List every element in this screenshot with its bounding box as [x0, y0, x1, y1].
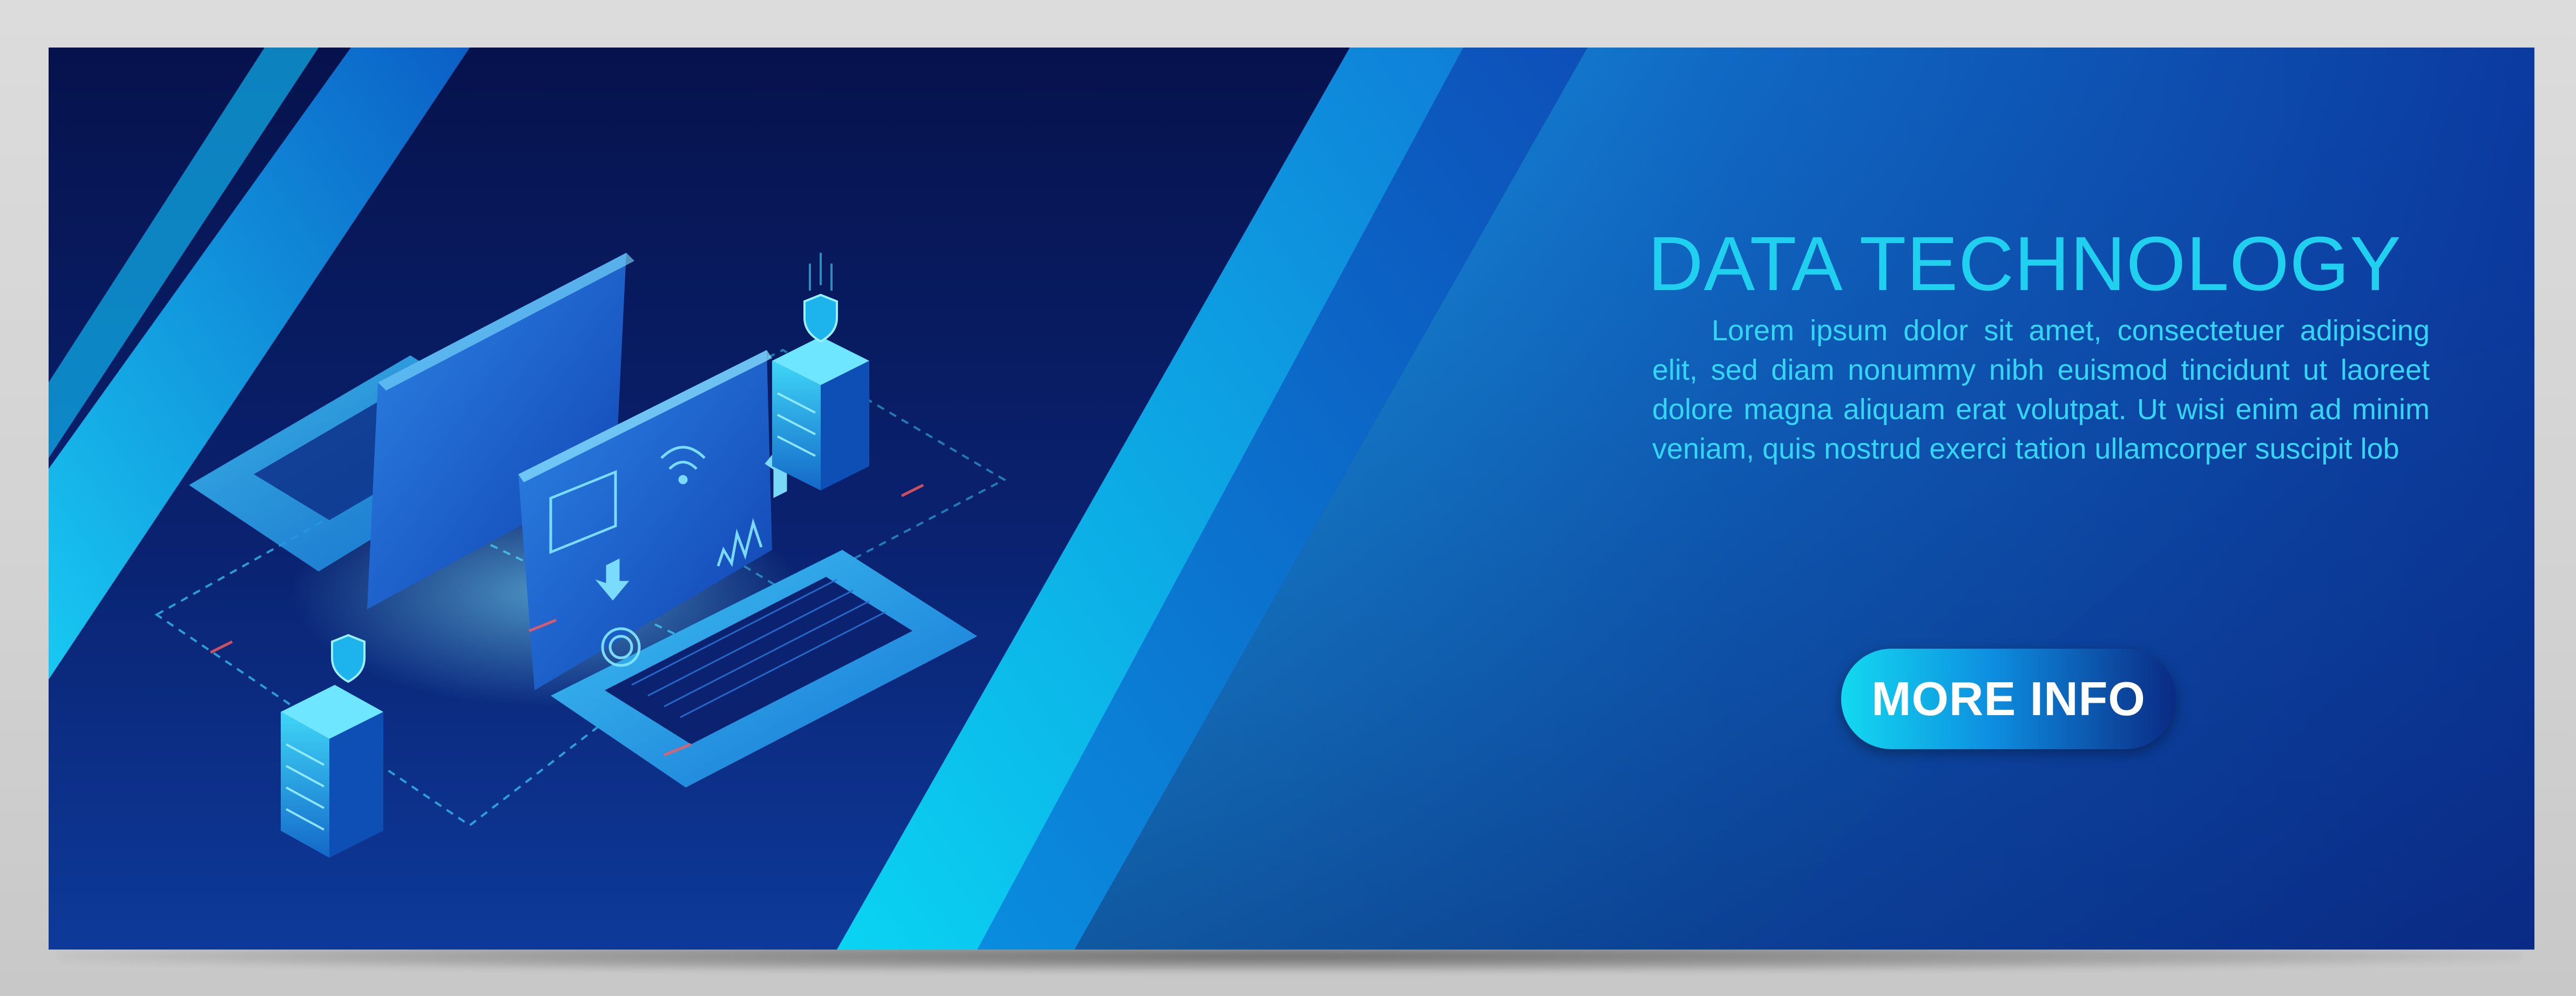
headline: DATA TECHNOLOGY — [1648, 221, 2402, 307]
banner-artwork — [49, 48, 2534, 950]
page: DATA TECHNOLOGY Lorem ipsum dolor sit am… — [0, 0, 2576, 996]
isometric-illustration — [154, 253, 1007, 858]
hero-banner: DATA TECHNOLOGY Lorem ipsum dolor sit am… — [49, 48, 2534, 950]
more-info-button[interactable]: MORE INFO — [1841, 649, 2176, 749]
body-text: Lorem ipsum dolor sit amet, consectetuer… — [1652, 314, 2430, 465]
shield-icon — [803, 293, 838, 343]
server-icon — [772, 253, 869, 490]
shield-icon — [331, 634, 366, 683]
